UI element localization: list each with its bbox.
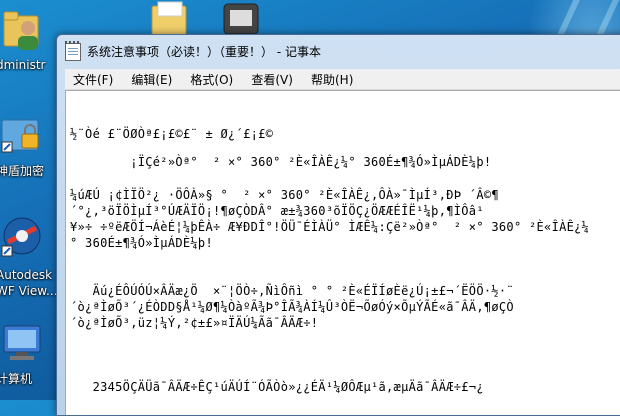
text-line: ¼úÆÚ ¡¢ÌÏÖ²¿ ·ÖÔÀ»§ ° ² ×° 360° ²È«ÎÀÊ¿,… [70, 188, 499, 202]
menu-help[interactable]: 帮助(H) [306, 70, 358, 90]
folder-icon[interactable] [150, 0, 190, 38]
window-title: 系统注意事项（必读！）（重要！） - 记事本 [87, 45, 321, 59]
text-editor[interactable]: ½¨Òé £¨ÖØÒª£¡£©£¨ ± Ø¿´£¡£© ¡ÏÇé²»Òª° ² … [65, 90, 620, 415]
computer-icon [3, 325, 41, 360]
text-line: ½¨Òé £¨ÖØÒª£¡£©£¨ ± Ø¿´£¡£© [70, 127, 274, 141]
menu-file[interactable]: 文件(F) [68, 70, 118, 90]
menu-edit[interactable]: 编辑(E) [126, 70, 177, 90]
menu-bar: 文件(F) 编辑(E) 格式(O) 查看(V) 帮助(H) [65, 69, 620, 90]
menu-view[interactable]: 查看(V) [246, 70, 298, 90]
text-line: ° 360É±¶¾Ó»ÌµÁDÈ¼þ! [70, 236, 213, 250]
user-folder-icon [3, 11, 39, 50]
title-bar[interactable]: 系统注意事项（必读！）（重要！） - 记事本 [57, 35, 620, 65]
text-line: ¡ÏÇé²»Òª° ² ×° 360° ²È«ÎÀÊ¿¼° 360É±¶¾Ó»Ì… [70, 155, 492, 169]
menu-format[interactable]: 格式(O) [185, 70, 238, 90]
notepad-icon [65, 41, 81, 61]
text-line: ´°¿,³öÏÖÌµÍ³°ÚÆÄÏÖ¡!¶øÇÒDÂ° æ±¾360³õÏÖÇ¿… [70, 204, 484, 218]
text-line: ´ò¿ªÌøÕ³´¿ÉÒDD§Å¹¼Ø¶¼ÒàºÃ¾Þ°ÎÃ¾ÀÍ¼Û³ÒË¬Õ… [70, 300, 514, 314]
text-line: Äú¿ÉÔÚÓÚ×ÂÄæ¿Ö ×¨¦ÖÒ÷,ÑìÔñì ° ° ²È«ÉÏÍøÈ… [70, 284, 514, 298]
app-icon[interactable] [222, 0, 262, 36]
text-line: 2345ÖÇÄÜã¯ÂÄÆ÷ÊÇ¹úÄÚÍ¨ÓÃÒò»¿¿ÉÄ¹¼ØÔÆµ¹ã,… [70, 380, 484, 394]
text-line: ´ò¿ªÌøÕ³,üz¦¼Ý,²¢±£»¤ÏÄÚ¼Ãã¯ÂÄÆ÷! [70, 316, 319, 330]
autodesk-dwf-icon [1, 217, 41, 257]
lock-folder-icon [1, 119, 39, 153]
notepad-window: 系统注意事项（必读！）（重要！） - 记事本 文件(F) 编辑(E) 格式(O)… [56, 34, 620, 416]
text-line: ¥»÷ ÷ºëÆÖÍ¬ÁèÉ¦¼þÊÀ÷ Æ¥ÐDÎ°!ÖÜ¯ÉÌÀÜ° ÌÆÊ… [70, 220, 590, 234]
